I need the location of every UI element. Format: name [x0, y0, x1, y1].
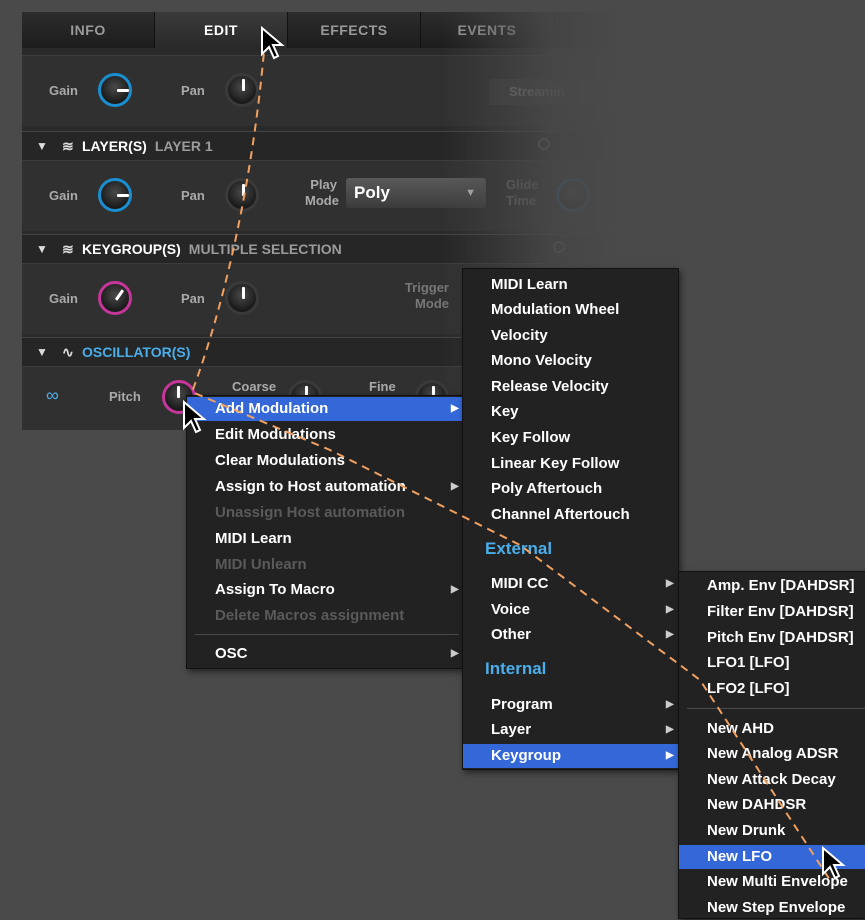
dashed-path: [190, 39, 831, 881]
cursor-icon: [183, 399, 207, 434]
tutorial-path-overlay: [183, 25, 846, 881]
cursor-icon: [261, 25, 285, 60]
